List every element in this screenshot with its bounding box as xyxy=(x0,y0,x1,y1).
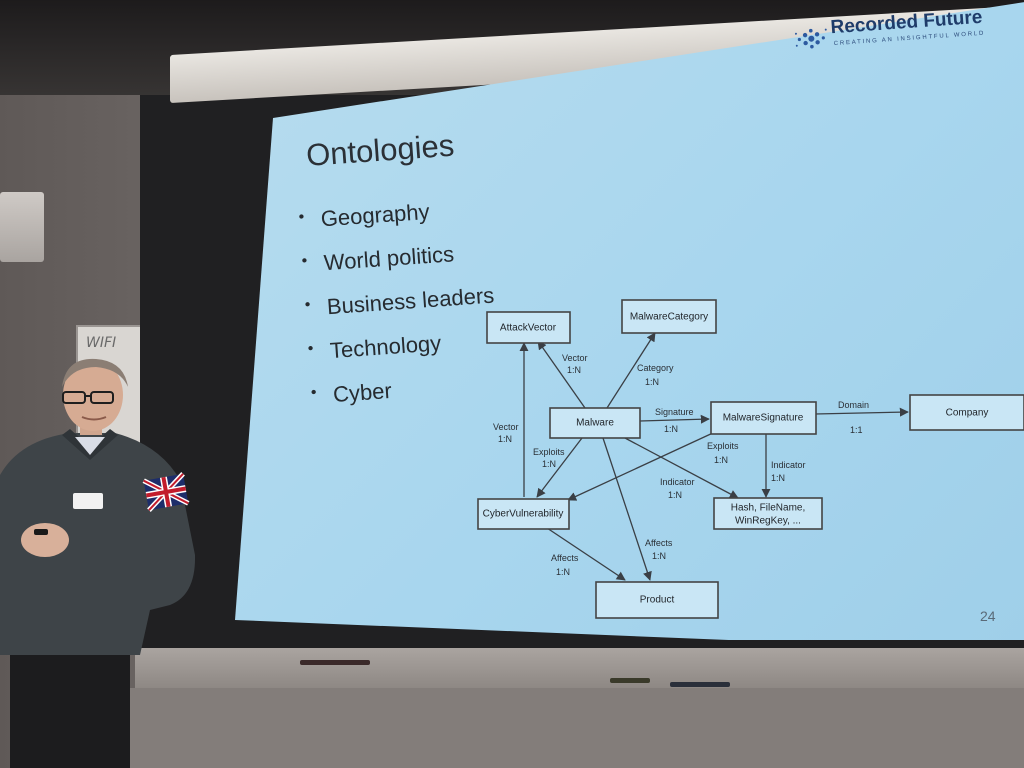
edge-label: Category xyxy=(637,363,674,373)
slide-page-number: 24 xyxy=(980,608,996,624)
edge-label: Affects xyxy=(645,538,673,548)
clicker-remote xyxy=(34,529,48,535)
node-malware: Malware xyxy=(549,407,641,439)
edge-label: Vector xyxy=(562,353,588,363)
node-product: Product xyxy=(595,581,719,619)
edge-label: 1:N xyxy=(567,365,581,375)
edge-label: Exploits xyxy=(707,441,739,451)
node-label: Product xyxy=(640,595,675,606)
node-label: WinRegKey, ... xyxy=(735,516,801,527)
presenter-hands xyxy=(21,523,69,557)
presenter-trousers xyxy=(10,645,130,768)
edge-label: 1:N xyxy=(714,455,728,465)
presenter xyxy=(0,358,196,768)
node-company: Company xyxy=(909,394,1024,431)
edge-malware-product xyxy=(602,437,652,581)
edge-label: 1:N xyxy=(668,490,682,500)
edge-signature-vuln xyxy=(567,431,716,501)
node-malware-signature: MalwareSignature xyxy=(710,401,817,435)
edge-label: Vector xyxy=(493,422,519,432)
edge-label: Indicator xyxy=(660,477,695,487)
node-label: Malware xyxy=(576,418,614,429)
edge-label: Signature xyxy=(655,407,694,417)
edge-label: Domain xyxy=(838,400,869,410)
edge-label: 1:N xyxy=(652,551,666,561)
node-hash-filename: Hash, FileName, WinRegKey, ... xyxy=(713,497,823,530)
edge-label: Exploits xyxy=(533,447,565,457)
edge-label: 1:1 xyxy=(850,425,863,435)
edge-label: Affects xyxy=(551,553,579,563)
node-label: AttackVector xyxy=(500,323,557,334)
edge-signature-company xyxy=(814,407,909,417)
node-label: CyberVulnerability xyxy=(483,509,564,520)
node-label: Hash, FileName, xyxy=(731,503,805,514)
edge-label: 1:N xyxy=(771,473,785,483)
node-label: MalwareSignature xyxy=(723,413,804,424)
node-cyber-vulnerability: CyberVulnerability xyxy=(477,498,570,530)
edge-malware-signature xyxy=(639,414,710,424)
edge-label: Indicator xyxy=(771,460,806,470)
edge-label: 1:N xyxy=(542,459,556,469)
node-label: MalwareCategory xyxy=(630,312,708,323)
edge-label: 1:N xyxy=(664,424,678,434)
edge-label: 1:N xyxy=(556,567,570,577)
edge-label: 1:N xyxy=(498,434,512,444)
edge-label: 1:N xyxy=(645,377,659,387)
node-malware-category: MalwareCategory xyxy=(621,299,717,334)
name-badge xyxy=(73,493,103,509)
node-label: Company xyxy=(946,408,989,419)
node-attack-vector: AttackVector xyxy=(486,311,571,344)
